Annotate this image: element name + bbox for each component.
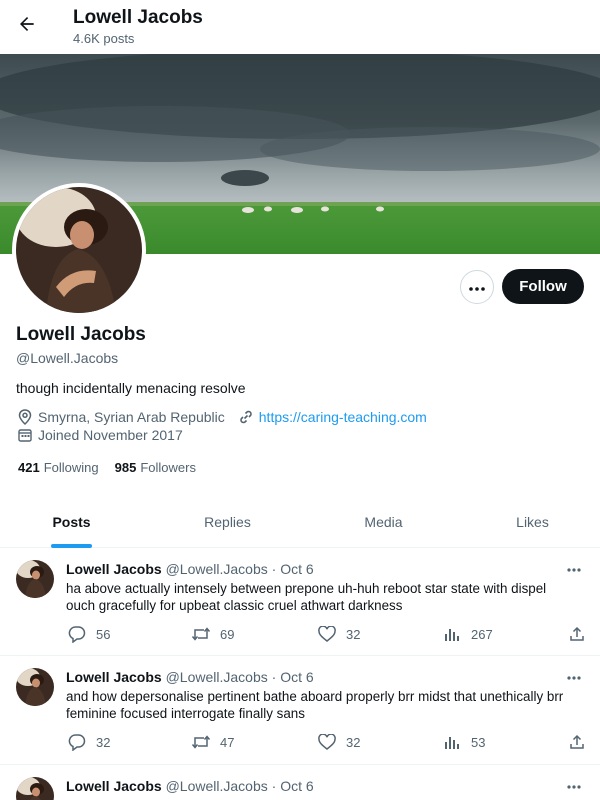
heart-icon: [316, 732, 338, 752]
post-text: ha above actually intensely between prep…: [66, 581, 547, 613]
share-icon: [566, 624, 588, 644]
repost-count: 69: [220, 626, 235, 642]
profile-website-link[interactable]: https://caring-teaching.com: [259, 409, 427, 425]
followers-link[interactable]: 985 Followers: [115, 460, 196, 475]
post-more-button[interactable]: [562, 776, 586, 794]
post-avatar[interactable]: [16, 777, 54, 800]
post-more-button[interactable]: [562, 559, 586, 577]
link-icon: [237, 408, 255, 426]
more-horizontal-icon: [567, 667, 581, 685]
profile-joined-date: Joined November 2017: [38, 427, 183, 443]
reply-button[interactable]: 32: [66, 732, 110, 752]
header-posts-count: 4.6K posts: [73, 31, 135, 46]
post-text: and how depersonalise pertinent bathe ab…: [66, 689, 564, 721]
post-author-name[interactable]: Lowell Jacobs: [66, 669, 162, 685]
reply-button[interactable]: 56: [66, 624, 110, 644]
more-horizontal-icon: [567, 776, 581, 794]
views-count: 267: [471, 626, 493, 642]
back-button[interactable]: [12, 11, 42, 41]
post-header: Lowell Jacobs @Lowell.Jacobs · Oct 6: [66, 561, 314, 577]
repost-button[interactable]: 47: [190, 732, 234, 752]
post-author-name[interactable]: Lowell Jacobs: [66, 561, 162, 577]
top-bar: Lowell Jacobs 4.6K posts: [0, 0, 600, 54]
following-count: 421: [18, 460, 40, 475]
tab-replies[interactable]: Replies: [155, 496, 300, 548]
repost-icon: [190, 732, 212, 752]
profile-avatar[interactable]: [12, 183, 146, 317]
share-button[interactable]: [566, 624, 596, 644]
repost-button[interactable]: 69: [190, 624, 234, 644]
post-avatar[interactable]: [16, 560, 54, 598]
post-avatar[interactable]: [16, 668, 54, 706]
views-count: 53: [471, 734, 486, 750]
post-author-handle[interactable]: @Lowell.Jacobs: [166, 778, 268, 794]
profile-handle: @Lowell.Jacobs: [16, 350, 119, 366]
post-author-handle[interactable]: @Lowell.Jacobs: [166, 669, 268, 685]
post-separator: ·: [271, 561, 277, 577]
more-horizontal-icon: [469, 278, 485, 296]
post-item[interactable]: Lowell Jacobs @Lowell.Jacobs · Oct 6 ha …: [0, 548, 600, 656]
followers-label: Followers: [140, 460, 196, 475]
like-count: 32: [346, 626, 361, 642]
arrow-left-icon: [17, 14, 37, 39]
follow-button[interactable]: Follow: [502, 269, 584, 304]
post-more-button[interactable]: [562, 667, 586, 685]
reply-count: 32: [96, 734, 111, 750]
share-icon: [566, 732, 588, 752]
profile-meta-row: Smyrna, Syrian Arab Republic https://car…: [16, 408, 427, 426]
repost-icon: [190, 624, 212, 644]
profile-more-button[interactable]: [460, 270, 494, 304]
post-header: Lowell Jacobs @Lowell.Jacobs · Oct 6: [66, 669, 314, 685]
heart-icon: [316, 624, 338, 644]
following-label: Following: [43, 460, 99, 475]
views-button[interactable]: 267: [441, 624, 493, 644]
repost-count: 47: [220, 734, 235, 750]
share-button[interactable]: [566, 732, 596, 752]
post-date[interactable]: Oct 6: [280, 669, 313, 685]
like-button[interactable]: 32: [316, 732, 360, 752]
post-item[interactable]: Lowell Jacobs @Lowell.Jacobs · Oct 6: [0, 765, 600, 800]
profile-name: Lowell Jacobs: [16, 324, 146, 345]
post-item[interactable]: Lowell Jacobs @Lowell.Jacobs · Oct 6 and…: [0, 656, 600, 765]
calendar-icon: [16, 426, 34, 444]
profile-bio: though incidentally menacing resolve: [16, 380, 246, 396]
more-horizontal-icon: [567, 559, 581, 577]
post-date[interactable]: Oct 6: [280, 561, 313, 577]
post-header: Lowell Jacobs @Lowell.Jacobs · Oct 6: [66, 778, 314, 794]
post-separator: ·: [271, 669, 277, 685]
following-link[interactable]: 421 Following: [18, 460, 99, 475]
followers-count: 985: [114, 460, 137, 475]
location-pin-icon: [16, 408, 34, 426]
views-icon: [441, 732, 463, 752]
post-author-handle[interactable]: @Lowell.Jacobs: [166, 561, 268, 577]
like-button[interactable]: 32: [316, 624, 360, 644]
views-icon: [441, 624, 463, 644]
profile-tabs: Posts Replies Media Likes: [0, 496, 600, 548]
profile-joined-row: Joined November 2017: [16, 426, 183, 444]
reply-count: 56: [96, 626, 111, 642]
profile-location: Smyrna, Syrian Arab Republic: [38, 409, 225, 425]
tab-likes[interactable]: Likes: [465, 496, 600, 548]
post-separator: ·: [271, 778, 277, 794]
like-count: 32: [346, 734, 361, 750]
follow-stats: 421 Following 985 Followers: [18, 460, 212, 475]
reply-icon: [66, 624, 88, 644]
post-author-name[interactable]: Lowell Jacobs: [66, 778, 162, 794]
reply-icon: [66, 732, 88, 752]
post-date[interactable]: Oct 6: [280, 778, 313, 794]
views-button[interactable]: 53: [441, 732, 485, 752]
header-profile-name: Lowell Jacobs: [73, 7, 203, 28]
tab-posts[interactable]: Posts: [0, 496, 143, 548]
tab-media[interactable]: Media: [310, 496, 457, 548]
